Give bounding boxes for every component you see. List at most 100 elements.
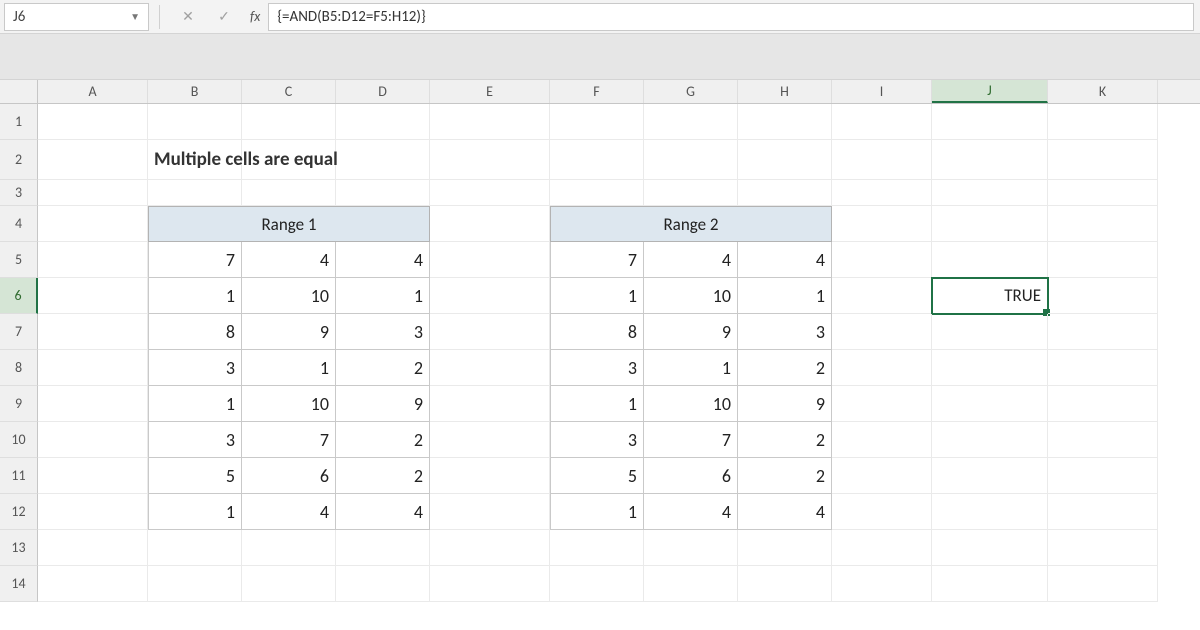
select-all-corner[interactable] (0, 80, 38, 103)
cell[interactable] (550, 180, 644, 206)
cell[interactable] (1048, 242, 1158, 278)
cell[interactable] (1048, 422, 1158, 458)
cell[interactable] (430, 350, 550, 386)
table-cell[interactable]: 4 (644, 242, 738, 278)
row-header-4[interactable]: 4 (0, 206, 38, 242)
cell[interactable] (430, 140, 550, 180)
table-cell[interactable]: 2 (336, 422, 430, 458)
table-cell[interactable]: 1 (550, 386, 644, 422)
cell[interactable] (832, 350, 932, 386)
cell[interactable] (832, 422, 932, 458)
cell[interactable] (38, 206, 148, 242)
cell[interactable] (38, 278, 148, 314)
row-header-6[interactable]: 6 (0, 278, 38, 314)
table-cell[interactable]: 6 (242, 458, 336, 494)
cell[interactable] (1048, 530, 1158, 566)
cell[interactable] (832, 278, 932, 314)
cell[interactable] (832, 494, 932, 530)
row-header-1[interactable]: 1 (0, 104, 38, 140)
cell[interactable] (430, 422, 550, 458)
table-cell[interactable]: 9 (242, 314, 336, 350)
cell[interactable] (148, 180, 242, 206)
cell[interactable] (738, 530, 832, 566)
range1-header-label[interactable]: Range 1 (242, 206, 336, 242)
table-cell[interactable]: 1 (148, 278, 242, 314)
table-cell[interactable]: 5 (550, 458, 644, 494)
cell[interactable] (832, 206, 932, 242)
cell[interactable] (430, 180, 550, 206)
table-cell[interactable]: 7 (644, 422, 738, 458)
cell[interactable] (38, 386, 148, 422)
cell[interactable] (832, 566, 932, 602)
cell[interactable] (738, 104, 832, 140)
cell[interactable] (738, 566, 832, 602)
table-cell[interactable]: 1 (336, 278, 430, 314)
range2-header[interactable] (738, 206, 832, 242)
table-cell[interactable]: 3 (148, 350, 242, 386)
cell[interactable] (832, 180, 932, 206)
cell[interactable] (148, 104, 242, 140)
table-cell[interactable]: 4 (336, 494, 430, 530)
range1-header[interactable] (148, 206, 242, 242)
cell[interactable] (38, 530, 148, 566)
table-cell[interactable]: 3 (550, 350, 644, 386)
col-header-E[interactable]: E (430, 80, 550, 103)
cell[interactable] (932, 242, 1048, 278)
row-header-8[interactable]: 8 (0, 350, 38, 386)
cell[interactable] (1048, 140, 1158, 180)
col-header-H[interactable]: H (738, 80, 832, 103)
cell[interactable] (1048, 314, 1158, 350)
cell[interactable] (38, 458, 148, 494)
cell[interactable] (430, 458, 550, 494)
cell[interactable] (932, 314, 1048, 350)
name-box[interactable]: J6 ▼ (4, 3, 149, 31)
cell[interactable] (148, 530, 242, 566)
selected-cell[interactable]: TRUE (932, 278, 1048, 314)
table-cell[interactable]: 4 (242, 494, 336, 530)
col-header-C[interactable]: C (242, 80, 336, 103)
cell[interactable] (932, 530, 1048, 566)
cell[interactable] (1048, 566, 1158, 602)
range2-header[interactable] (550, 206, 644, 242)
table-cell[interactable]: 4 (242, 242, 336, 278)
table-cell[interactable]: 9 (738, 386, 832, 422)
cell[interactable] (932, 494, 1048, 530)
row-header-13[interactable]: 13 (0, 530, 38, 566)
table-cell[interactable]: 3 (738, 314, 832, 350)
cancel-icon[interactable]: ✕ (176, 5, 200, 29)
cell[interactable] (932, 180, 1048, 206)
table-cell[interactable]: 8 (550, 314, 644, 350)
cell[interactable] (38, 494, 148, 530)
cell[interactable] (1048, 386, 1158, 422)
cell[interactable] (430, 494, 550, 530)
row-header-3[interactable]: 3 (0, 180, 38, 206)
cell[interactable] (430, 278, 550, 314)
table-cell[interactable]: 7 (148, 242, 242, 278)
cell[interactable] (832, 242, 932, 278)
cell[interactable] (932, 458, 1048, 494)
cell[interactable] (38, 566, 148, 602)
cell[interactable] (336, 180, 430, 206)
table-cell[interactable]: 2 (738, 350, 832, 386)
cell[interactable] (242, 180, 336, 206)
range1-header[interactable] (336, 206, 430, 242)
table-cell[interactable]: 2 (336, 458, 430, 494)
row-header-2[interactable]: 2 (0, 140, 38, 180)
table-cell[interactable]: 8 (148, 314, 242, 350)
cell[interactable] (1048, 104, 1158, 140)
cell[interactable] (644, 140, 738, 180)
cell[interactable] (336, 530, 430, 566)
table-cell[interactable]: 3 (550, 422, 644, 458)
cell[interactable] (550, 530, 644, 566)
cell[interactable] (550, 104, 644, 140)
cell[interactable] (38, 180, 148, 206)
cell[interactable] (1048, 350, 1158, 386)
table-cell[interactable]: 9 (644, 314, 738, 350)
cell[interactable] (1048, 278, 1158, 314)
col-header-B[interactable]: B (148, 80, 242, 103)
table-cell[interactable]: 1 (550, 278, 644, 314)
row-header-14[interactable]: 14 (0, 566, 38, 602)
cell[interactable] (832, 458, 932, 494)
cell[interactable] (38, 140, 148, 180)
cell[interactable] (550, 140, 644, 180)
